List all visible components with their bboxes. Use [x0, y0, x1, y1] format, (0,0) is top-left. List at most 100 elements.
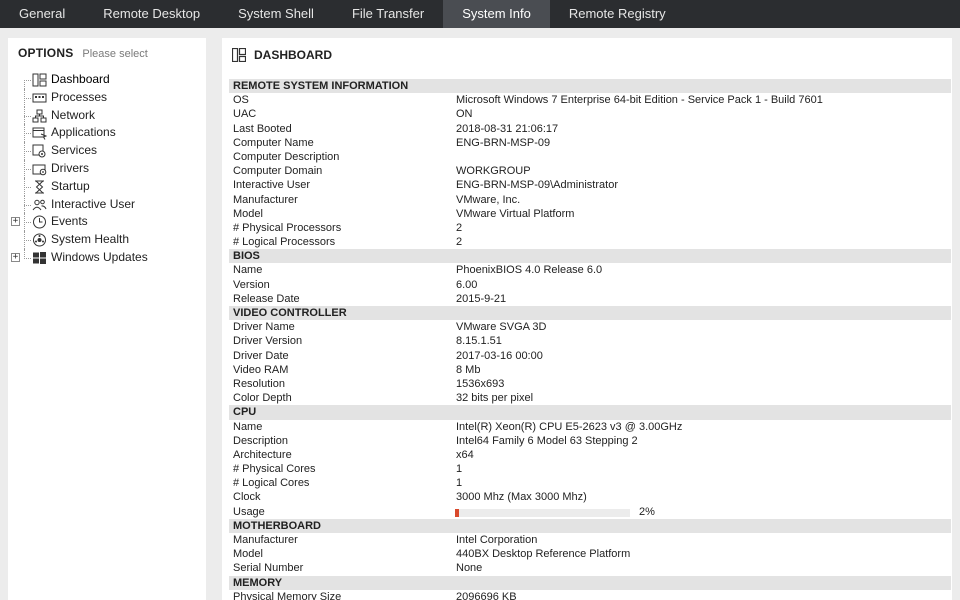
info-value: Intel64 Family 6 Model 63 Stepping 2	[456, 434, 638, 447]
tree-item-label: Startup	[51, 178, 90, 193]
system-info-table: REMOTE SYSTEM INFORMATION OS Microsoft Win…	[229, 79, 951, 600]
drivers-icon	[32, 164, 47, 176]
info-value: 1536x693	[456, 377, 505, 390]
info-key: Last Booted	[233, 122, 292, 135]
info-key: Serial Number	[233, 562, 304, 575]
info-key: Color Depth	[233, 392, 292, 405]
tree-connector	[24, 186, 31, 188]
dashboard-icon	[32, 73, 47, 87]
info-row: Video RAM 8 Mb	[229, 363, 951, 377]
info-key: Computer Domain	[233, 165, 323, 178]
tree-connector	[24, 168, 31, 170]
info-key: Model	[233, 207, 263, 220]
section-header: MEMORY	[229, 575, 951, 590]
processes-icon	[32, 93, 47, 103]
tree-item-interactive-user[interactable]: Interactive User	[8, 195, 206, 214]
options-header: OPTIONS Please select	[18, 46, 148, 62]
tree-connector	[24, 240, 31, 242]
info-key: Physical Memory Size	[233, 590, 342, 600]
tree-item-startup[interactable]: Startup	[8, 177, 206, 196]
tab-general[interactable]: General	[0, 0, 84, 28]
tree-item-applications[interactable]: Applications	[8, 124, 206, 143]
top-tab-bar: General Remote Desktop System Shell File…	[0, 0, 960, 28]
info-key: OS	[233, 94, 249, 107]
info-value: Intel(R) Xeon(R) CPU E5-2623 v3 @ 3.00GH…	[456, 420, 683, 433]
info-key: Resolution	[233, 377, 285, 390]
tab-remote-registry[interactable]: Remote Registry	[550, 0, 685, 28]
info-value: x64	[456, 448, 474, 461]
info-value: 8.15.1.51	[456, 335, 502, 348]
info-value: 2096696 KB	[456, 590, 517, 600]
tree-item-services[interactable]: Services	[8, 142, 206, 160]
info-value: ENG-BRN-MSP-09\Administrator	[456, 179, 618, 192]
options-title: OPTIONS	[18, 46, 74, 60]
info-value: None	[456, 562, 483, 575]
tree-connector	[24, 257, 31, 259]
info-row: # Logical Cores 1	[229, 476, 951, 490]
info-key: Name	[233, 264, 263, 277]
tree-connector	[24, 97, 31, 99]
info-row: Color Depth 32 bits per pixel	[229, 391, 951, 405]
section-header: REMOTE SYSTEM INFORMATION	[229, 79, 951, 94]
tree-item-windows-updates[interactable]: + Windows Updates	[8, 248, 206, 267]
info-row: Physical Memory Size 2096696 KB	[229, 590, 951, 600]
info-row: Manufacturer VMware, Inc.	[229, 193, 951, 207]
tab-file-transfer[interactable]: File Transfer	[333, 0, 443, 28]
info-row: # Physical Cores 1	[229, 462, 951, 476]
info-row: Release Date 2015-9-21	[229, 292, 951, 306]
info-key: Version	[233, 278, 270, 291]
tree-item-processes[interactable]: Processes	[8, 88, 206, 107]
info-value: VMware Virtual Platform	[456, 207, 575, 220]
network-icon	[32, 109, 47, 123]
info-key: Driver Version	[233, 335, 303, 348]
cpu-usage-bar	[455, 508, 630, 517]
tree-item-label: Processes	[51, 89, 108, 104]
dashboard-header: DASHBOARD	[232, 46, 332, 64]
tree-item-system-health[interactable]: System Health	[8, 231, 206, 249]
tree-connector	[24, 80, 25, 89]
startup-icon	[35, 180, 44, 194]
info-key: Video RAM	[233, 363, 289, 376]
expand-icon[interactable]: +	[11, 252, 20, 262]
info-key: Name	[233, 420, 263, 433]
info-row: Driver Name VMware SVGA 3D	[229, 320, 951, 334]
info-row: Model 440BX Desktop Reference Platform	[229, 547, 951, 561]
tree-connector	[24, 115, 31, 117]
info-key: Computer Description	[233, 150, 340, 163]
info-value: Intel Corporation	[456, 534, 538, 546]
tree-item-network[interactable]: Network	[8, 106, 206, 125]
info-row: Driver Version 8.15.1.51	[229, 334, 951, 348]
info-row: Architecture x64	[229, 448, 951, 462]
info-key: Manufacturer	[233, 193, 298, 206]
info-row: # Logical Processors 2	[229, 235, 951, 249]
options-panel: OPTIONS Please select Dashboard Processes…	[8, 38, 206, 600]
info-value: Microsoft Windows 7 Enterprise 64-bit Ed…	[456, 94, 823, 107]
info-value: 8 Mb	[456, 363, 481, 376]
dashboard-icon	[232, 48, 246, 62]
tree-item-label: Interactive User	[51, 196, 136, 211]
tree-connector	[24, 151, 31, 153]
info-row: Computer Domain WORKGROUP	[229, 164, 951, 178]
tree-item-label: System Health	[51, 232, 130, 247]
services-icon	[32, 144, 46, 158]
tab-remote-desktop[interactable]: Remote Desktop	[84, 0, 219, 28]
applications-icon	[32, 127, 47, 141]
info-key: Computer Name	[233, 136, 314, 149]
tab-system-shell[interactable]: System Shell	[219, 0, 333, 28]
expand-icon[interactable]: +	[11, 217, 20, 227]
tree-connector	[24, 133, 31, 135]
info-key: UAC	[233, 108, 257, 121]
tree-item-events[interactable]: + Events	[8, 213, 206, 232]
info-key: Driver Name	[233, 321, 295, 334]
tab-system-info[interactable]: System Info	[443, 0, 550, 28]
tree-connector	[24, 204, 31, 206]
tree-item-dashboard[interactable]: Dashboard	[8, 71, 206, 89]
section-header: BIOS	[229, 249, 951, 264]
info-value: 6.00	[456, 278, 478, 291]
tree-item-drivers[interactable]: Drivers	[8, 159, 206, 178]
tree-item-label: Services	[51, 143, 98, 158]
info-value: ENG-BRN-MSP-09	[456, 136, 551, 149]
info-row: Version 6.00	[229, 278, 951, 292]
info-value: 2	[456, 236, 463, 249]
info-row: Serial Number None	[229, 561, 951, 575]
